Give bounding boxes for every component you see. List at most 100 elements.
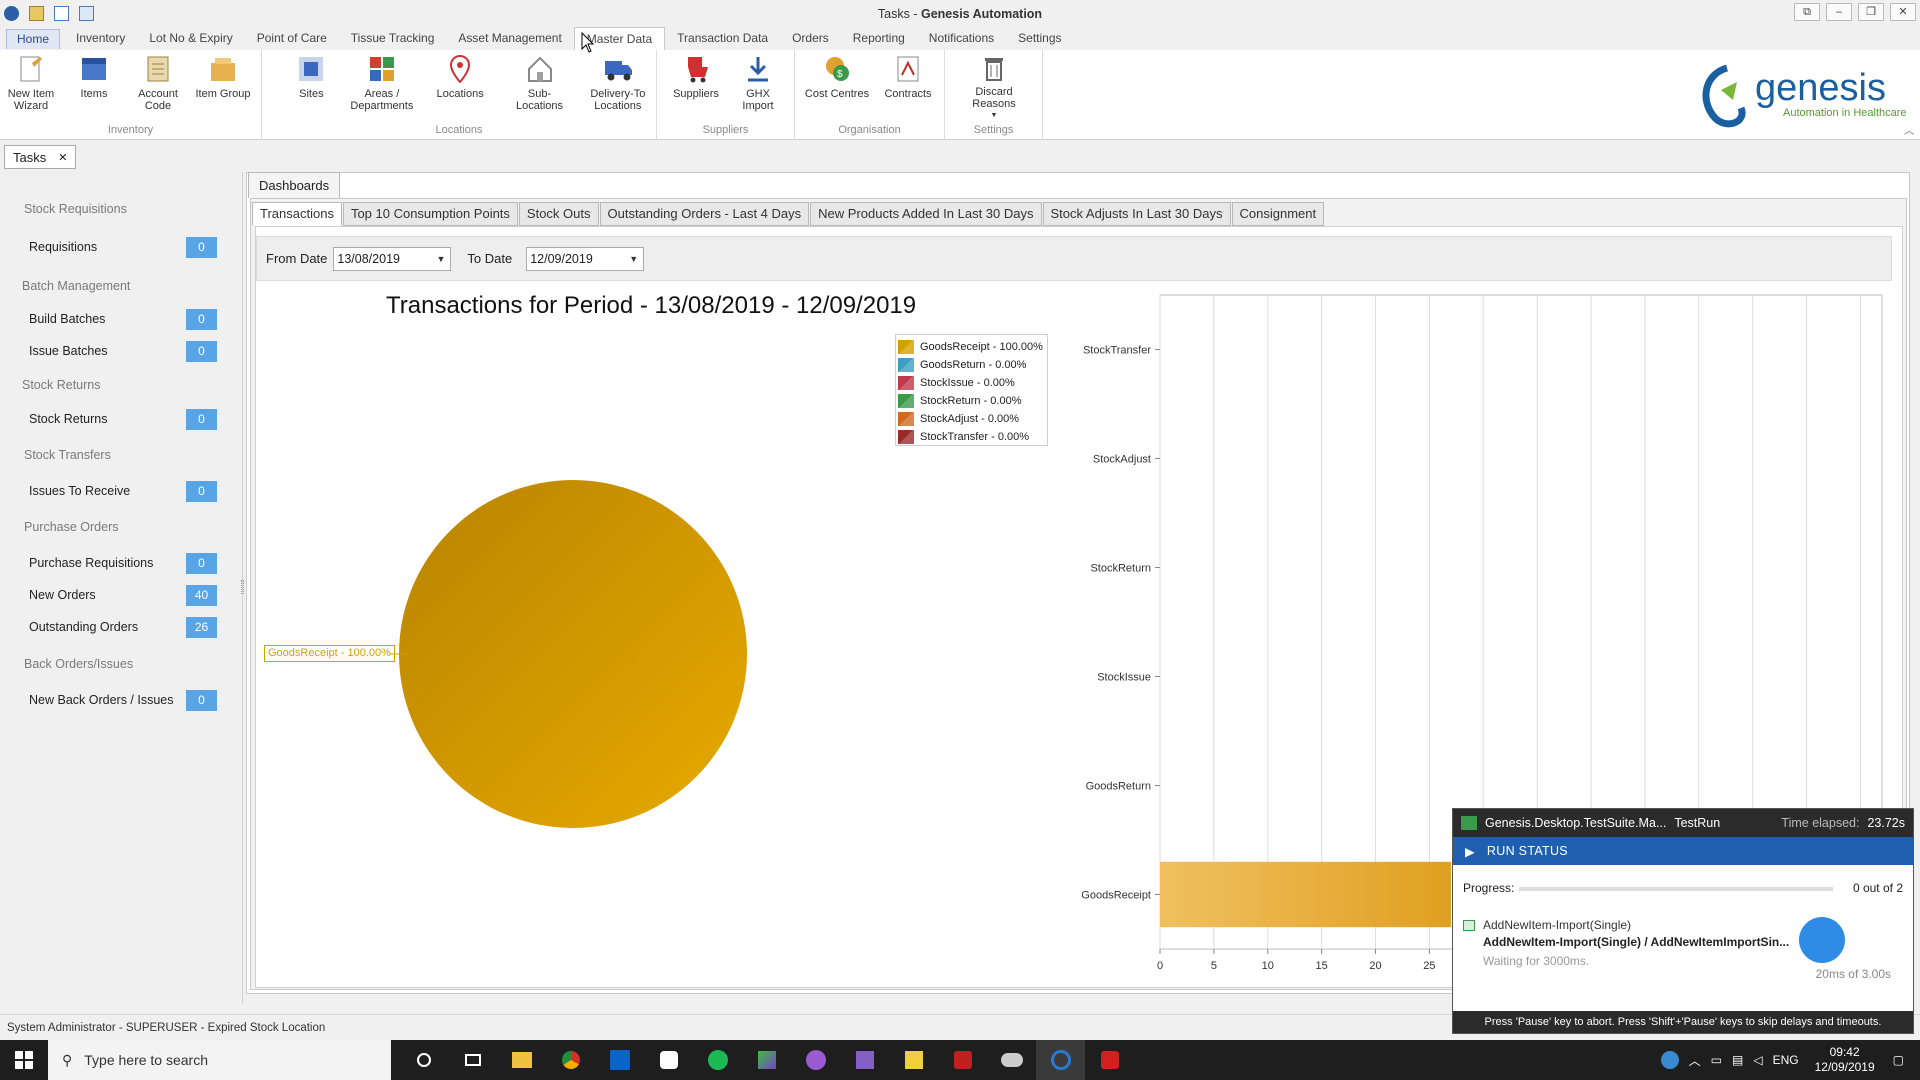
dropdown-arrow-icon[interactable]: ▼ — [629, 254, 643, 264]
subtab-transactions[interactable]: Transactions — [252, 202, 342, 226]
tab-notifications[interactable]: Notifications — [917, 27, 1006, 50]
app-rx-icon[interactable] — [938, 1040, 987, 1080]
notification-icon[interactable]: ▢ — [1893, 1053, 1904, 1067]
test-step-icon — [1463, 920, 1475, 931]
subtab-top-10-consumption-points[interactable]: Top 10 Consumption Points — [342, 202, 518, 226]
tasks-doc-tab[interactable]: Tasks ✕ — [4, 145, 77, 169]
purchase-requisitions-count-badge[interactable]: 0 — [186, 553, 217, 574]
visual-studio-icon[interactable] — [840, 1040, 889, 1080]
tab-home[interactable]: Home — [6, 29, 61, 49]
bar-goodsreceipt[interactable] — [1160, 861, 1451, 928]
requisitions-count-badge[interactable]: 0 — [186, 237, 217, 258]
task-view-icon[interactable] — [448, 1040, 497, 1080]
outstanding-orders-count-badge[interactable]: 26 — [186, 617, 217, 638]
location-pin-icon — [445, 54, 475, 84]
taskbar-search-box[interactable]: ⚲ Type here to search — [48, 1040, 391, 1080]
subtab-new-products[interactable]: New Products Added In Last 30 Days — [810, 202, 1042, 226]
tab-lot-no-expiry[interactable]: Lot No & Expiry — [137, 27, 244, 50]
sites-button[interactable]: Sites — [280, 50, 343, 122]
slack-icon[interactable] — [644, 1040, 693, 1080]
new-item-wizard-button[interactable]: New Item Wizard — [0, 50, 62, 122]
battery-icon[interactable]: ▭ — [1711, 1053, 1722, 1067]
delivery-to-locations-button[interactable]: Delivery-To Locations — [580, 50, 656, 122]
account-code-button[interactable]: Account Code — [126, 50, 190, 122]
suppliers-button[interactable]: Suppliers — [663, 50, 729, 122]
kotlin-icon[interactable] — [742, 1040, 791, 1080]
sub-locations-button[interactable]: Sub-Locations — [499, 50, 579, 122]
open-icon[interactable] — [29, 6, 44, 21]
new-icon[interactable] — [54, 6, 69, 21]
contracts-button[interactable]: Contracts — [875, 50, 941, 122]
restore-layout-icon[interactable]: ⧉ — [1794, 3, 1820, 21]
areas-icon — [367, 54, 397, 84]
tab-point-of-care[interactable]: Point of Care — [245, 27, 339, 50]
new-orders-count-badge[interactable]: 40 — [186, 585, 217, 606]
network-icon[interactable]: ▤ — [1732, 1053, 1743, 1067]
language-indicator[interactable]: ENG — [1773, 1053, 1799, 1067]
issues-to-receive-count-badge[interactable]: 0 — [186, 481, 217, 502]
issue-batches-count-badge[interactable]: 0 — [186, 341, 217, 362]
chevron-up-icon[interactable]: ︿ — [1689, 1052, 1701, 1069]
discard-reasons-button[interactable]: Discard Reasons ▼ — [949, 50, 1039, 122]
items-button[interactable]: Items — [62, 50, 126, 122]
tab-transaction-data[interactable]: Transaction Data — [665, 27, 780, 50]
to-date-picker[interactable]: 12/09/2019 ▼ — [526, 246, 645, 271]
y-category-label: StockAdjust — [1093, 454, 1151, 466]
tab-reporting[interactable]: Reporting — [841, 27, 917, 50]
tab-dashboards[interactable]: Dashboards — [248, 172, 341, 198]
item-group-button[interactable]: Item Group — [190, 50, 256, 122]
dropdown-arrow-icon[interactable]: ▼ — [436, 254, 450, 264]
ribbon-group-label: Organisation — [838, 124, 901, 136]
windows-taskbar: ⚲ Type here to search ︿ ▭ ▤ ◁ ENG 09:42 1… — [0, 1040, 1920, 1080]
minimize-button[interactable]: – — [1826, 3, 1852, 21]
cortana-icon[interactable] — [399, 1040, 448, 1080]
ribbon-group-locations: Sites Areas / Departments Locations Sub-… — [262, 50, 657, 140]
pie-slice-goodsreceipt[interactable] — [399, 480, 747, 828]
file-explorer-icon[interactable] — [497, 1040, 546, 1080]
save-icon[interactable] — [79, 6, 94, 21]
help-icon[interactable] — [1660, 1051, 1679, 1069]
y-category-label: GoodsReceipt — [1081, 890, 1151, 902]
test-suite-icon — [1461, 816, 1477, 830]
chrome-icon[interactable] — [546, 1040, 595, 1080]
coins-icon: $ — [822, 54, 852, 84]
collapse-ribbon-icon[interactable]: ︿ — [1904, 122, 1914, 137]
subtab-stock-outs[interactable]: Stock Outs — [518, 202, 599, 226]
clock[interactable]: 09:42 12/09/2019 — [1815, 1045, 1875, 1075]
step-name: AddNewItem-Import(Single) — [1483, 918, 1632, 932]
tab-asset-management[interactable]: Asset Management — [446, 27, 573, 50]
outlook-icon[interactable] — [595, 1040, 644, 1080]
close-tab-icon[interactable]: ✕ — [58, 151, 67, 164]
house-icon — [525, 54, 555, 84]
x-tick-label: 10 — [1262, 960, 1274, 972]
app-rx-alt-icon[interactable] — [1085, 1040, 1134, 1080]
cost-centres-button[interactable]: $ Cost Centres — [799, 50, 875, 122]
app-icon[interactable] — [4, 6, 19, 21]
splitter-handle[interactable] — [241, 580, 244, 594]
tab-inventory[interactable]: Inventory — [64, 27, 137, 50]
app-purple-icon[interactable] — [791, 1040, 840, 1080]
new-back-orders-count-badge[interactable]: 0 — [186, 690, 217, 711]
app-cloud-icon[interactable] — [987, 1040, 1036, 1080]
subtab-stock-adjusts[interactable]: Stock Adjusts In Last 30 Days — [1042, 202, 1231, 226]
subtab-consignment[interactable]: Consignment — [1231, 202, 1325, 226]
sticky-notes-icon[interactable] — [889, 1040, 938, 1080]
volume-icon[interactable]: ◁ — [1753, 1053, 1762, 1067]
legend-swatch — [898, 340, 914, 354]
tab-tissue-tracking[interactable]: Tissue Tracking — [339, 27, 447, 50]
stock-returns-count-badge[interactable]: 0 — [186, 409, 217, 430]
start-button[interactable] — [0, 1040, 48, 1080]
ghx-import-button[interactable]: GHX Import — [729, 50, 787, 122]
genesis-app-icon[interactable] — [1036, 1040, 1085, 1080]
subtab-outstanding-orders[interactable]: Outstanding Orders - Last 4 Days — [599, 202, 810, 226]
locations-button[interactable]: Locations — [421, 50, 499, 122]
close-button[interactable]: ✕ — [1890, 3, 1916, 21]
tab-settings[interactable]: Settings — [1006, 27, 1073, 50]
tab-orders[interactable]: Orders — [780, 27, 841, 50]
build-batches-count-badge[interactable]: 0 — [186, 309, 217, 330]
spotify-icon[interactable] — [693, 1040, 742, 1080]
maximize-button[interactable]: ❐ — [1858, 3, 1884, 21]
play-icon[interactable]: ▶ — [1465, 844, 1475, 859]
from-date-picker[interactable]: 13/08/2019 ▼ — [333, 246, 452, 271]
areas-departments-button[interactable]: Areas / Departments — [343, 50, 421, 122]
